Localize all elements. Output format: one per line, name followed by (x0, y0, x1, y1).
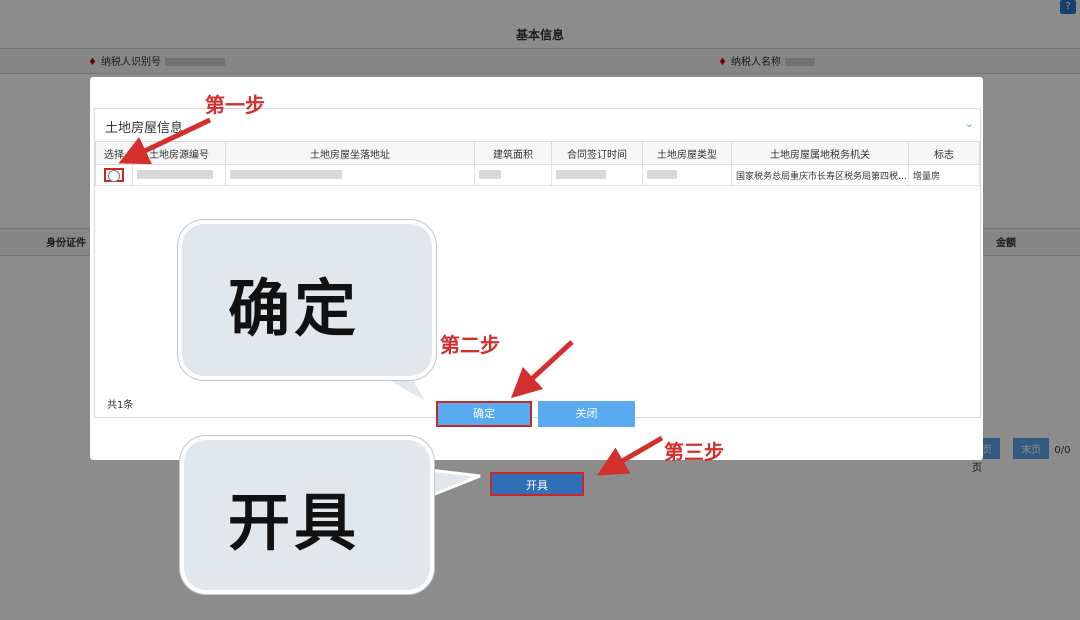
step3-arrow (597, 435, 664, 476)
annotation-arrows (118, 117, 664, 503)
bubble-issue-text: 开具 (228, 486, 361, 559)
bubble-confirm-text: 确定 (228, 272, 361, 345)
step2-arrow (510, 340, 574, 399)
step1-arrow (118, 117, 212, 165)
